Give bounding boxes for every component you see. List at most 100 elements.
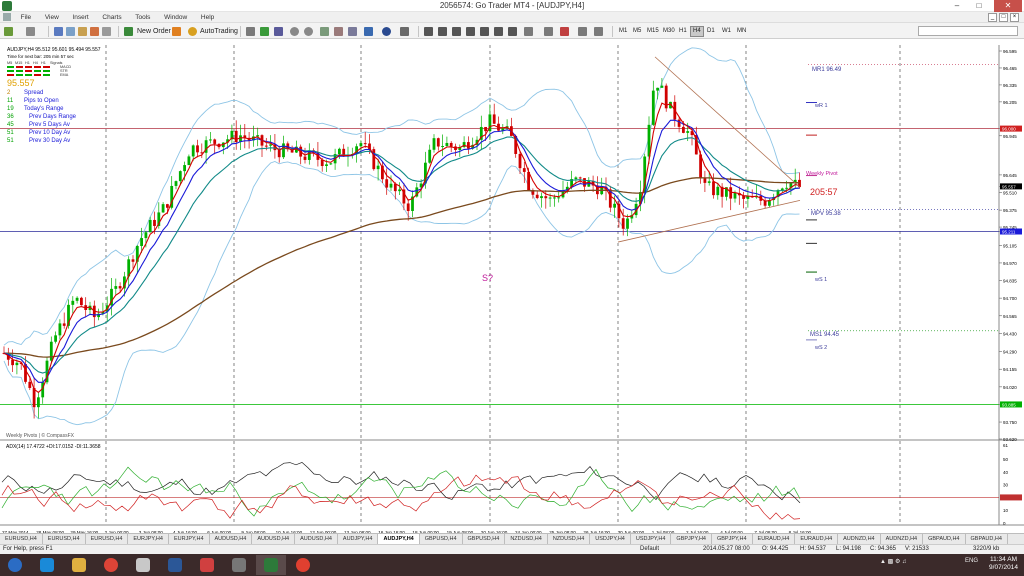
tf-h1[interactable]: H1 bbox=[677, 26, 689, 37]
chart-tab[interactable]: EURUSD,H4 bbox=[86, 534, 129, 544]
taskbar-word[interactable] bbox=[160, 555, 190, 575]
navigator-icon[interactable] bbox=[78, 27, 87, 36]
chart-tab[interactable]: NZDUSD,H4 bbox=[505, 534, 548, 544]
menu-view[interactable]: View bbox=[39, 12, 65, 23]
tf-m15[interactable]: M15 bbox=[645, 26, 661, 37]
chart-tab[interactable]: USDJPY,H4 bbox=[631, 534, 672, 544]
bar-chart-icon[interactable] bbox=[246, 27, 255, 36]
text-label-icon[interactable] bbox=[524, 27, 533, 36]
tf-m30[interactable]: M30 bbox=[661, 26, 677, 37]
new-chart-icon[interactable] bbox=[4, 27, 13, 36]
menu-charts[interactable]: Charts bbox=[96, 12, 127, 23]
menu-insert[interactable]: Insert bbox=[66, 12, 94, 23]
taskbar-chrome[interactable] bbox=[96, 555, 126, 575]
tf-h4[interactable]: H4 bbox=[690, 26, 704, 37]
chart-tab[interactable]: GBPJPY,H4 bbox=[671, 534, 712, 544]
zoom-in-icon[interactable] bbox=[290, 27, 299, 36]
autotrading-icon[interactable] bbox=[188, 27, 197, 36]
taskbar-explorer[interactable] bbox=[64, 555, 94, 575]
tile-windows-icon[interactable] bbox=[320, 27, 329, 36]
new-order-button[interactable]: New Order bbox=[137, 26, 171, 37]
tf-w1[interactable]: W1 bbox=[720, 26, 733, 37]
status-profile[interactable]: Default bbox=[640, 546, 659, 552]
menu-window[interactable]: Window bbox=[158, 12, 193, 23]
chart-tab[interactable]: EURJPY,H4 bbox=[169, 534, 210, 544]
market-watch-icon[interactable] bbox=[54, 27, 63, 36]
indicators-icon[interactable] bbox=[364, 27, 373, 36]
chart-tab[interactable]: EURJPY,H4 bbox=[128, 534, 169, 544]
periods-icon[interactable] bbox=[382, 27, 391, 36]
cursor-icon[interactable] bbox=[424, 27, 433, 36]
metaeditor-icon[interactable] bbox=[172, 27, 181, 36]
shapes-icon[interactable] bbox=[578, 27, 587, 36]
menu-help[interactable]: Help bbox=[195, 12, 220, 23]
chart-tab[interactable]: EURAUD,H4 bbox=[795, 534, 839, 544]
taskbar-app[interactable] bbox=[224, 555, 254, 575]
price-chart[interactable]: 6150403020.000100 96.59596.46596.33596.2… bbox=[0, 40, 1024, 543]
chart-tab[interactable]: GBPAUD,H4 bbox=[966, 534, 1008, 544]
more-tools-icon[interactable] bbox=[594, 27, 603, 36]
candlestick-icon[interactable] bbox=[260, 27, 269, 36]
taskbar-clock[interactable]: 11:34 AM 9/07/2014 bbox=[985, 556, 1022, 572]
search-input[interactable] bbox=[918, 26, 1018, 36]
horizontal-line-icon[interactable] bbox=[466, 27, 475, 36]
equidistant-channel-icon[interactable] bbox=[494, 27, 503, 36]
price-tick-label: 95.375 bbox=[1003, 208, 1017, 213]
price-tick-label: 95.945 bbox=[1003, 134, 1017, 139]
taskbar-paint[interactable] bbox=[192, 555, 222, 575]
arrows-icon[interactable] bbox=[560, 27, 569, 36]
chart-tab[interactable]: AUDNZD,H4 bbox=[838, 534, 881, 544]
mdi-minimize-button[interactable]: _ bbox=[988, 13, 997, 22]
mdi-close-button[interactable]: × bbox=[1010, 13, 1019, 22]
line-chart-icon[interactable] bbox=[274, 27, 283, 36]
autoscroll-icon[interactable] bbox=[334, 27, 343, 36]
mdi-restore-button[interactable]: □ bbox=[999, 13, 1008, 22]
minimize-button[interactable]: – bbox=[946, 0, 968, 12]
trendline-icon[interactable] bbox=[480, 27, 489, 36]
taskbar-calculator[interactable] bbox=[128, 555, 158, 575]
candle-body bbox=[338, 148, 341, 155]
chart-tab[interactable]: EURUSD,H4 bbox=[43, 534, 86, 544]
fibonacci-icon[interactable] bbox=[508, 27, 517, 36]
maximize-button[interactable]: □ bbox=[968, 0, 990, 12]
new-order-icon[interactable] bbox=[124, 27, 133, 36]
chart-tab[interactable]: AUDJPY,H4 bbox=[378, 534, 420, 544]
taskbar-snagit[interactable] bbox=[288, 555, 318, 575]
chart-tab[interactable]: AUDUSD,H4 bbox=[295, 534, 338, 544]
autotrading-button[interactable]: AutoTrading bbox=[200, 26, 238, 37]
chart-tab[interactable]: NZDUSD,H4 bbox=[548, 534, 591, 544]
chart-tab[interactable]: AUDNZD,H4 bbox=[881, 534, 924, 544]
terminal-icon[interactable] bbox=[90, 27, 99, 36]
crosshair-icon[interactable] bbox=[438, 27, 447, 36]
zoom-out-icon[interactable] bbox=[304, 27, 313, 36]
chart-tab[interactable]: GBPUSD,H4 bbox=[420, 534, 463, 544]
tf-m5[interactable]: M5 bbox=[631, 26, 643, 37]
taskbar-mt4[interactable] bbox=[256, 555, 286, 575]
chart-tab[interactable]: AUDUSD,H4 bbox=[252, 534, 296, 544]
taskbar-ie[interactable] bbox=[32, 555, 62, 575]
tf-d1[interactable]: D1 bbox=[705, 26, 717, 37]
chart-tab[interactable]: GBPUSD,H4 bbox=[463, 534, 506, 544]
start-button[interactable] bbox=[0, 555, 30, 575]
language-indicator[interactable]: ENG bbox=[965, 558, 978, 564]
chart-shift-icon[interactable] bbox=[348, 27, 357, 36]
menu-file[interactable]: File bbox=[15, 12, 37, 23]
tf-m1[interactable]: M1 bbox=[617, 26, 629, 37]
vertical-line-icon[interactable] bbox=[452, 27, 461, 36]
chart-tab[interactable]: EURUSD,H4 bbox=[0, 534, 43, 544]
close-button[interactable]: ✕ bbox=[994, 0, 1022, 12]
chart-tab[interactable]: GBPJPY,H4 bbox=[712, 534, 753, 544]
tf-mn[interactable]: MN bbox=[735, 26, 748, 37]
chart-tab[interactable]: AUDUSD,H4 bbox=[210, 534, 253, 544]
chart-tab[interactable]: GBPAUD,H4 bbox=[923, 534, 966, 544]
tray-icons[interactable]: ▲ ▩ ⚙ ♫ bbox=[880, 558, 907, 565]
templates-icon[interactable] bbox=[400, 27, 409, 36]
profiles-icon[interactable] bbox=[26, 27, 35, 36]
data-window-icon[interactable] bbox=[66, 27, 75, 36]
chart-tab[interactable]: EURAUD,H4 bbox=[753, 534, 796, 544]
text-icon[interactable] bbox=[544, 27, 553, 36]
chart-tab[interactable]: AUDJPY,H4 bbox=[338, 534, 379, 544]
menu-tools[interactable]: Tools bbox=[129, 12, 156, 23]
strategy-tester-icon[interactable] bbox=[102, 27, 111, 36]
chart-tab[interactable]: USDJPY,H4 bbox=[590, 534, 631, 544]
